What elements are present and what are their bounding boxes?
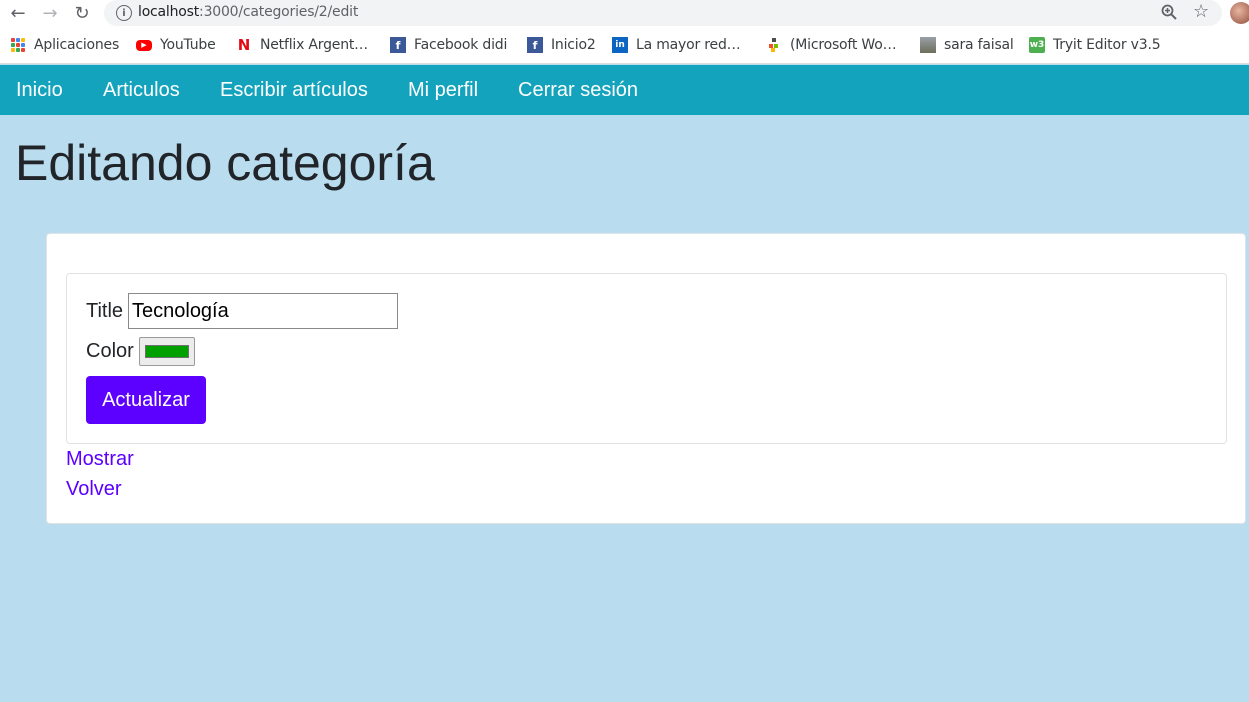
- address-bar[interactable]: i localhost:3000/categories/2/edit ☆: [104, 0, 1222, 26]
- title-label: Title: [86, 300, 124, 322]
- color-swatch: [145, 345, 189, 358]
- w3schools-icon: w3: [1029, 37, 1045, 53]
- netflix-icon: N: [237, 36, 251, 54]
- edit-category-card: Title Color Actualizar Mostrar Volver: [46, 233, 1246, 524]
- bookmark-tryit-editor[interactable]: w3 Tryit Editor v3.5: [1029, 36, 1161, 54]
- page-title: Editando categoría: [15, 135, 435, 191]
- bookmark-label: La mayor red…: [636, 37, 741, 53]
- bookmark-microsoft-word[interactable]: (Microsoft Wo…: [766, 36, 897, 54]
- bookmark-label: Aplicaciones: [34, 37, 120, 53]
- youtube-icon: ▶: [136, 39, 152, 51]
- facebook-icon: f: [527, 37, 543, 53]
- browser-toolbar: ← → ↻ i localhost:3000/categories/2/edit…: [0, 0, 1249, 27]
- url-text[interactable]: localhost:3000/categories/2/edit: [138, 4, 358, 20]
- apps-grid-icon: [10, 37, 26, 53]
- linkedin-icon: in: [612, 37, 628, 53]
- nav-link-mi-perfil[interactable]: Mi perfil: [408, 79, 478, 102]
- url-path: :3000/categories/2/edit: [199, 4, 359, 20]
- url-host: localhost: [138, 4, 200, 20]
- nav-link-inicio[interactable]: Inicio: [16, 79, 63, 102]
- nav-link-cerrar-sesion[interactable]: Cerrar sesión: [518, 79, 638, 102]
- update-button[interactable]: Actualizar: [86, 376, 206, 424]
- title-input[interactable]: [128, 293, 398, 329]
- bookmarks-bar: Aplicaciones ▶ YouTube N Netflix Argent……: [0, 27, 1249, 64]
- nav-link-escribir-articulos[interactable]: Escribir artículos: [220, 79, 368, 102]
- profile-avatar[interactable]: [1230, 2, 1249, 24]
- bookmark-linkedin[interactable]: in La mayor red…: [612, 36, 741, 54]
- bookmark-label: Tryit Editor v3.5: [1053, 37, 1161, 53]
- microsoft-icon: [766, 37, 782, 53]
- reload-icon[interactable]: ↻: [70, 2, 94, 24]
- site-info-icon[interactable]: i: [116, 5, 132, 21]
- bookmark-facebook-didi[interactable]: f Facebook didi: [390, 36, 507, 54]
- color-picker[interactable]: [139, 337, 195, 366]
- back-arrow-icon[interactable]: ←: [6, 2, 30, 24]
- bookmark-youtube[interactable]: ▶ YouTube: [136, 36, 216, 54]
- bookmark-sara-faisal[interactable]: sara faisal: [920, 36, 1014, 54]
- show-link[interactable]: Mostrar: [66, 448, 134, 471]
- bookmark-label: Inicio2: [551, 37, 596, 53]
- bookmark-label: Netflix Argent…: [260, 37, 368, 53]
- category-form: Title Color Actualizar: [66, 273, 1227, 444]
- color-label: Color: [86, 340, 134, 362]
- image-thumbnail-icon: [920, 37, 936, 53]
- bookmark-star-icon[interactable]: ☆: [1193, 1, 1209, 22]
- forward-arrow-icon[interactable]: →: [38, 2, 62, 24]
- bookmark-aplicaciones[interactable]: Aplicaciones: [10, 36, 119, 54]
- nav-link-articulos[interactable]: Articulos: [103, 79, 180, 102]
- zoom-icon[interactable]: [1160, 3, 1178, 21]
- bookmark-label: sara faisal: [944, 37, 1014, 53]
- facebook-icon: f: [390, 37, 406, 53]
- bookmark-label: Facebook didi: [414, 37, 508, 53]
- bookmark-label: (Microsoft Wo…: [790, 37, 897, 53]
- bookmark-netflix[interactable]: N Netflix Argent…: [236, 36, 368, 54]
- back-link[interactable]: Volver: [66, 478, 122, 501]
- app-navbar: Inicio Articulos Escribir artículos Mi p…: [0, 65, 1249, 115]
- bookmark-inicio2[interactable]: f Inicio2: [527, 36, 596, 54]
- bookmark-label: YouTube: [160, 37, 216, 53]
